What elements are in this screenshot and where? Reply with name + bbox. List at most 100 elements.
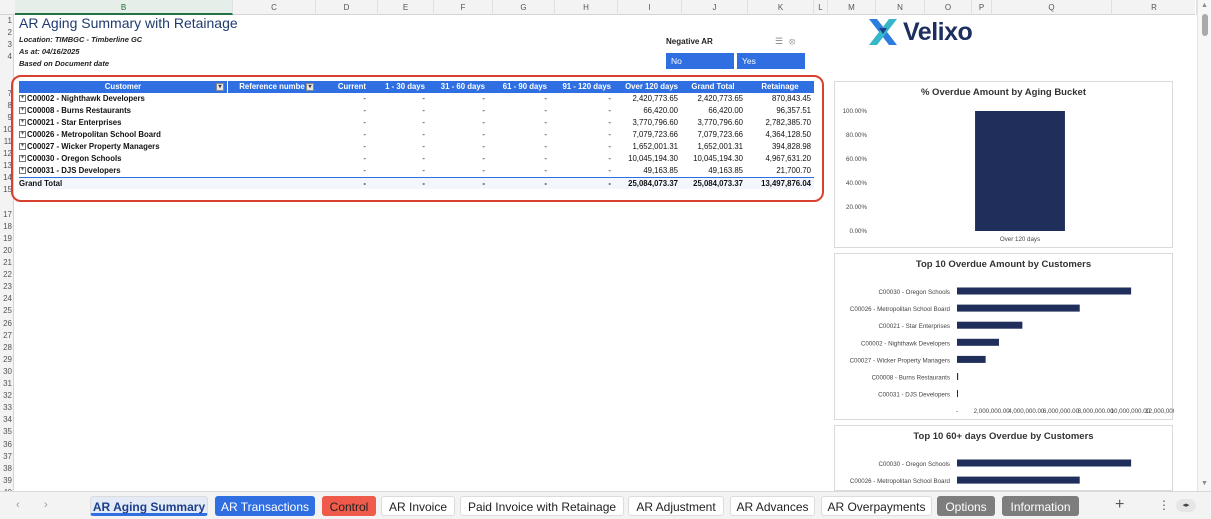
bar-5 bbox=[957, 373, 959, 380]
row-header[interactable]: 20 bbox=[0, 245, 13, 257]
row-header[interactable]: 21 bbox=[0, 257, 13, 269]
y-tick-label: 100.00% bbox=[843, 108, 868, 115]
row-header[interactable]: 27 bbox=[0, 330, 13, 342]
row-header[interactable]: 18 bbox=[0, 221, 13, 233]
tab-scroll-right-icon[interactable]: › bbox=[44, 499, 48, 511]
slicer-option-no[interactable]: No bbox=[666, 53, 734, 69]
column-header-b[interactable]: B bbox=[15, 0, 233, 15]
sheet-tab-ar-advances[interactable]: AR Advances bbox=[730, 496, 815, 516]
column-header-bar: BCDEFGHIJKLMNOPQR bbox=[0, 0, 1197, 15]
row-header[interactable]: 28 bbox=[0, 342, 13, 354]
logo-text: Velixo bbox=[903, 17, 973, 46]
y-category-label: C00002 - Nighthawk Developers bbox=[861, 340, 950, 347]
row-header[interactable]: 38 bbox=[0, 463, 13, 475]
scroll-down-arrow-icon[interactable]: ▼ bbox=[1201, 480, 1208, 487]
row-header[interactable]: 24 bbox=[0, 293, 13, 305]
column-header-i[interactable]: I bbox=[618, 0, 682, 15]
report-basis: Based on Document date bbox=[19, 59, 110, 68]
slicer-filter-icons[interactable]: ☰⦻ bbox=[775, 36, 801, 47]
row-header[interactable]: 25 bbox=[0, 305, 13, 317]
column-header-c[interactable]: C bbox=[233, 0, 316, 15]
sheet-tab-bar: ‹ › AR Aging Summary AR Transactions Contr… bbox=[0, 491, 1211, 519]
column-header-l[interactable]: L bbox=[814, 0, 828, 15]
column-header-p[interactable]: P bbox=[972, 0, 992, 15]
column-header-q[interactable]: Q bbox=[992, 0, 1112, 15]
slicer-option-yes[interactable]: Yes bbox=[737, 53, 805, 69]
y-category-label: C00031 - DJS Developers bbox=[878, 392, 950, 399]
row-header[interactable]: 37 bbox=[0, 451, 13, 463]
scrollbar-thumb[interactable] bbox=[1202, 14, 1208, 36]
row-header[interactable]: 17 bbox=[0, 209, 13, 221]
bar-1 bbox=[957, 476, 1080, 484]
tab-scroll-left-icon[interactable]: ‹ bbox=[16, 499, 20, 511]
column-header-r[interactable]: R bbox=[1112, 0, 1197, 15]
row-header[interactable]: 33 bbox=[0, 402, 13, 414]
row-header[interactable]: 39 bbox=[0, 475, 13, 487]
y-category-label: C00026 - Metropolitan School Board bbox=[850, 306, 951, 313]
y-category-label: C00027 - Wicker Property Managers bbox=[850, 357, 950, 364]
sheet-tab-paid-invoice-with-retainage[interactable]: Paid Invoice with Retainage bbox=[460, 496, 624, 516]
row-header[interactable] bbox=[0, 197, 13, 209]
column-header-d[interactable]: D bbox=[316, 0, 378, 15]
more-options-icon[interactable]: ⋮ bbox=[1158, 498, 1170, 512]
y-tick-label: 40.00% bbox=[846, 180, 867, 187]
sheet-tab-ar-overpayments[interactable]: AR Overpayments bbox=[821, 496, 932, 516]
chart-top10-60plus-panel[interactable]: Top 10 60+ days Overdue by Customers C00… bbox=[834, 425, 1173, 491]
bar-0 bbox=[957, 459, 1132, 467]
row-header[interactable]: 22 bbox=[0, 269, 13, 281]
x-tick-label: - bbox=[956, 408, 958, 415]
velixo-logo: Velixo bbox=[867, 15, 973, 49]
column-header-g[interactable]: G bbox=[493, 0, 555, 15]
x-category-label: Over 120 days bbox=[1000, 236, 1040, 243]
row-header[interactable]: 3 bbox=[0, 39, 13, 51]
vertical-scrollbar[interactable]: ▲ ▼ bbox=[1197, 0, 1211, 491]
row-header[interactable]: 29 bbox=[0, 354, 13, 366]
spreadsheet-window: BCDEFGHIJKLMNOPQR 1 2 3 4 7 8 9 10 11 12 13 14 15 17 1… bbox=[0, 0, 1211, 519]
y-tick-label: 20.00% bbox=[846, 204, 867, 211]
bar-6 bbox=[957, 390, 958, 398]
row-header[interactable]: 23 bbox=[0, 281, 13, 293]
row-header[interactable]: 4 bbox=[0, 51, 13, 63]
y-tick-label: 60.00% bbox=[846, 156, 867, 163]
add-sheet-button[interactable]: + bbox=[1115, 496, 1124, 514]
report-title: AR Aging Summary with Retainage bbox=[19, 15, 238, 31]
column-header-h[interactable]: H bbox=[555, 0, 618, 15]
horizontal-scroll-icon[interactable]: ◂▸ bbox=[1176, 499, 1196, 512]
column-header-j[interactable]: J bbox=[682, 0, 748, 15]
scroll-up-arrow-icon[interactable]: ▲ bbox=[1201, 2, 1208, 9]
bar-0 bbox=[975, 111, 1065, 231]
column-header-f[interactable]: F bbox=[434, 0, 493, 15]
column-header-k[interactable]: K bbox=[748, 0, 814, 15]
chart-top10-overdue-panel[interactable]: Top 10 Overdue Amount by Customers C0003… bbox=[834, 253, 1174, 420]
row-header[interactable]: 35 bbox=[0, 426, 13, 438]
pivot-highlight-outline bbox=[11, 75, 824, 202]
row-header[interactable]: 31 bbox=[0, 378, 13, 390]
sheet-tab-control[interactable]: Control bbox=[322, 496, 376, 516]
bar-1 bbox=[957, 304, 1080, 312]
column-header-n[interactable]: N bbox=[876, 0, 925, 15]
row-header[interactable]: 1 bbox=[0, 15, 13, 27]
column-header-o[interactable]: O bbox=[925, 0, 972, 15]
row-header[interactable]: 19 bbox=[0, 233, 13, 245]
row-header[interactable]: 36 bbox=[0, 439, 13, 451]
row-header[interactable]: 2 bbox=[0, 27, 13, 39]
sheet-tab-options[interactable]: Options bbox=[937, 496, 995, 516]
chart-top10-60plus: C00030 - Oregon Schools C00026 - Metropol… bbox=[850, 459, 1132, 485]
sheet-tab-information[interactable]: Information bbox=[1002, 496, 1079, 516]
chart-top10-overdue: C00030 - Oregon Schools C00026 - Metropol… bbox=[850, 287, 1174, 415]
column-header-m[interactable]: M bbox=[828, 0, 876, 15]
sheet-tab-ar-invoice[interactable]: AR Invoice bbox=[381, 496, 455, 516]
chart-aging-bucket-panel[interactable]: % Overdue Amount by Aging Bucket 0.00% 20… bbox=[834, 81, 1173, 248]
velixo-mark-icon bbox=[869, 19, 897, 45]
row-header[interactable]: 34 bbox=[0, 414, 13, 426]
column-header-e[interactable]: E bbox=[378, 0, 434, 15]
row-header[interactable]: 30 bbox=[0, 366, 13, 378]
row-header[interactable] bbox=[0, 63, 13, 75]
sheet-tab-ar-transactions[interactable]: AR Transactions bbox=[215, 496, 315, 516]
row-header[interactable]: 26 bbox=[0, 318, 13, 330]
sheet-tab-ar-aging-summary[interactable]: AR Aging Summary bbox=[90, 496, 208, 516]
y-category-label: C00021 - Star Enterprises bbox=[878, 323, 950, 330]
row-header[interactable]: 32 bbox=[0, 390, 13, 402]
sheet-tab-ar-adjustment[interactable]: AR Adjustment bbox=[628, 496, 724, 516]
report-as-at: As at: 04/16/2025 bbox=[19, 47, 80, 56]
